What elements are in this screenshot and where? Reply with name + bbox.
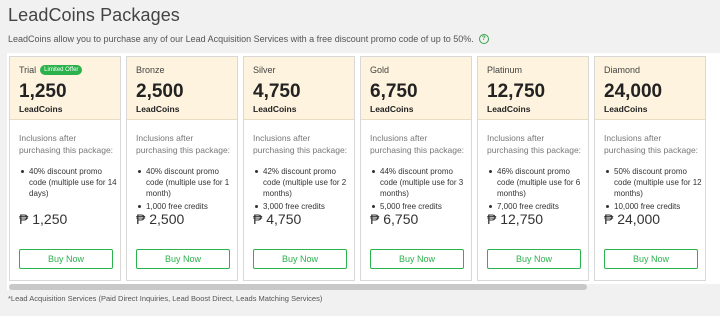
footnote: *Lead Acquisition Services (Paid Direct … xyxy=(8,294,323,303)
leadcoin-unit: LeadCoins xyxy=(487,104,531,114)
leadcoin-unit: LeadCoins xyxy=(19,104,63,114)
package-tier: Trial Limited Offer xyxy=(19,65,83,75)
leadcoin-amount: 6,750 xyxy=(370,81,418,102)
perk-item: 40% discount promo code (multiple use fo… xyxy=(19,166,117,199)
package-card-gold: Gold 6,750 LeadCoins Inclusions after pu… xyxy=(360,56,472,281)
package-tier: Diamond xyxy=(604,65,640,75)
package-header: Silver 4,750 LeadCoins xyxy=(244,57,354,120)
buy-now-button[interactable]: Buy Now xyxy=(604,249,698,269)
buy-now-button[interactable]: Buy Now xyxy=(370,249,464,269)
inclusions-label: Inclusions after purchasing this package… xyxy=(370,133,465,155)
leadcoin-amount: 2,500 xyxy=(136,81,184,102)
limited-offer-badge: Limited Offer xyxy=(40,65,83,75)
tier-name: Gold xyxy=(370,65,390,75)
leadcoin-unit: LeadCoins xyxy=(136,104,180,114)
perk-list: 42% discount promo code (multiple use fo… xyxy=(253,166,351,214)
page-title: LeadCoins Packages xyxy=(8,5,180,25)
package-price: ₱ 12,750 xyxy=(487,211,544,227)
perk-list: 40% discount promo code (multiple use fo… xyxy=(136,166,234,214)
perk-item: 42% discount promo code (multiple use fo… xyxy=(253,166,351,199)
package-header: Diamond 24,000 LeadCoins xyxy=(595,57,705,120)
perk-item: 46% discount promo code (multiple use fo… xyxy=(487,166,585,199)
leadcoin-amount: 1,250 xyxy=(19,81,67,102)
leadcoin-amount: 12,750 xyxy=(487,81,546,102)
perk-list: 40% discount promo code (multiple use fo… xyxy=(19,166,117,201)
buy-now-button[interactable]: Buy Now xyxy=(253,249,347,269)
leadcoin-unit: LeadCoins xyxy=(604,104,648,114)
package-card-trial: Trial Limited Offer 1,250 LeadCoins Incl… xyxy=(9,56,121,281)
page-subtitle: LeadCoins allow you to purchase any of o… xyxy=(8,34,489,44)
inclusions-label: Inclusions after purchasing this package… xyxy=(136,133,231,155)
package-price: ₱ 6,750 xyxy=(370,211,419,227)
leadcoin-unit: LeadCoins xyxy=(370,104,414,114)
package-card-bronze: Bronze 2,500 LeadCoins Inclusions after … xyxy=(126,56,238,281)
inclusions-label: Inclusions after purchasing this package… xyxy=(604,133,699,155)
subtitle-text: LeadCoins allow you to purchase any of o… xyxy=(8,34,474,44)
tier-name: Silver xyxy=(253,65,276,75)
package-card-platinum: Platinum 12,750 LeadCoins Inclusions aft… xyxy=(477,56,589,281)
leadcoin-amount: 4,750 xyxy=(253,81,301,102)
package-price: ₱ 1,250 xyxy=(19,211,68,227)
packages-panel: Trial Limited Offer 1,250 LeadCoins Incl… xyxy=(7,53,720,290)
buy-now-button[interactable]: Buy Now xyxy=(487,249,581,269)
perk-list: 46% discount promo code (multiple use fo… xyxy=(487,166,585,214)
tier-name: Trial xyxy=(19,65,37,75)
package-card-diamond: Diamond 24,000 LeadCoins Inclusions afte… xyxy=(594,56,706,281)
package-price: ₱ 4,750 xyxy=(253,211,302,227)
question-circle-icon[interactable]: ? xyxy=(478,34,489,44)
package-header: Trial Limited Offer 1,250 LeadCoins xyxy=(10,57,120,120)
buy-now-button[interactable]: Buy Now xyxy=(136,249,230,269)
inclusions-label: Inclusions after purchasing this package… xyxy=(487,133,582,155)
tier-name: Platinum xyxy=(487,65,523,75)
perk-item: 44% discount promo code (multiple use fo… xyxy=(370,166,468,199)
package-price: ₱ 2,500 xyxy=(136,211,185,227)
perk-list: 44% discount promo code (multiple use fo… xyxy=(370,166,468,214)
scrollbar-thumb[interactable] xyxy=(9,284,587,290)
inclusions-label: Inclusions after purchasing this package… xyxy=(19,133,114,155)
tier-name: Diamond xyxy=(604,65,641,75)
tier-name: Bronze xyxy=(136,65,165,75)
package-price: ₱ 24,000 xyxy=(604,211,661,227)
leadcoin-amount: 24,000 xyxy=(604,81,663,102)
leadcoin-unit: LeadCoins xyxy=(253,104,297,114)
horizontal-scrollbar[interactable] xyxy=(9,284,720,290)
package-tier: Gold xyxy=(370,65,389,75)
package-tier: Platinum xyxy=(487,65,522,75)
perk-item: 40% discount promo code (multiple use fo… xyxy=(136,166,234,199)
perk-list: 50% discount promo code (multiple use fo… xyxy=(604,166,702,214)
package-tier: Bronze xyxy=(136,65,165,75)
inclusions-label: Inclusions after purchasing this package… xyxy=(253,133,348,155)
package-header: Bronze 2,500 LeadCoins xyxy=(127,57,237,120)
package-card-silver: Silver 4,750 LeadCoins Inclusions after … xyxy=(243,56,355,281)
package-header: Gold 6,750 LeadCoins xyxy=(361,57,471,120)
perk-item: 50% discount promo code (multiple use fo… xyxy=(604,166,702,199)
buy-now-button[interactable]: Buy Now xyxy=(19,249,113,269)
package-tier: Silver xyxy=(253,65,276,75)
package-header: Platinum 12,750 LeadCoins xyxy=(478,57,588,120)
